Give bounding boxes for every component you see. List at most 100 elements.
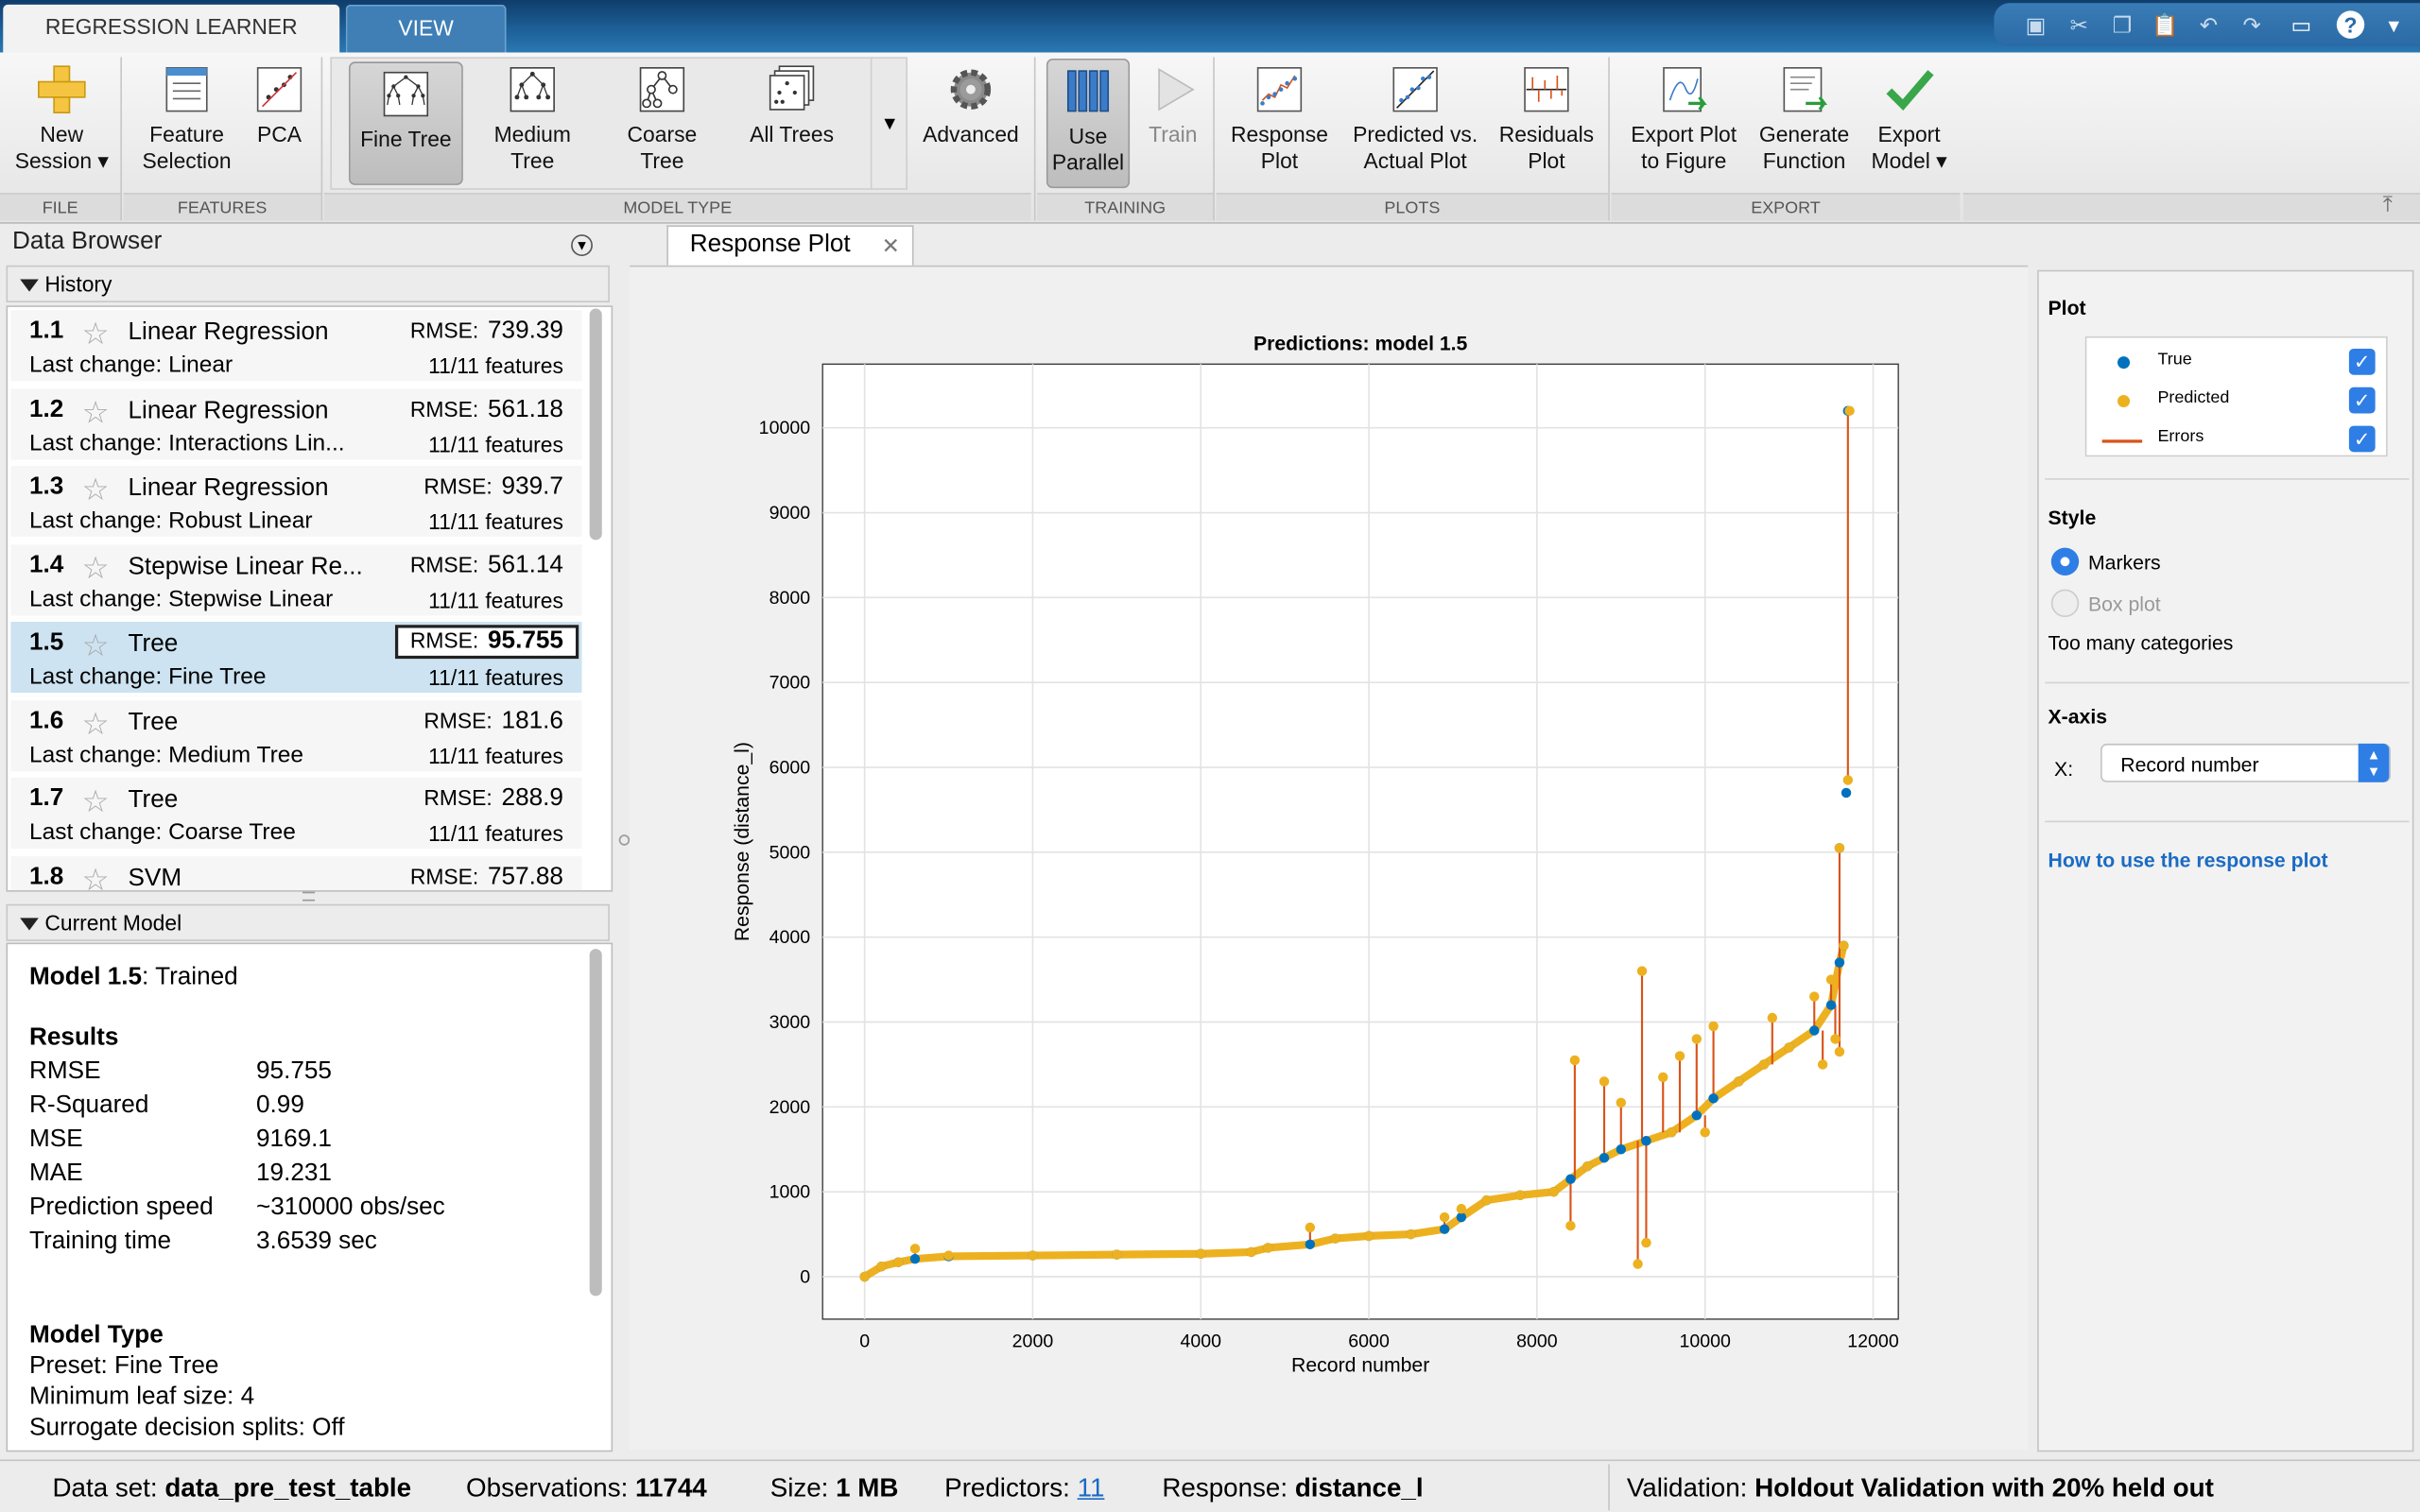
close-icon[interactable]: ✕ [882,227,900,264]
y-tick-label: 6000 [769,758,811,779]
legend-symbol-true [2117,356,2131,369]
status-bar: Data set: data_pre_test_table Observatio… [0,1459,2420,1512]
legend-checkbox-errors[interactable]: ✓ [2348,425,2376,453]
predicted-point [1514,1190,1526,1200]
parallel-icon [1062,65,1115,118]
history-item-1-5[interactable]: 1.5 ☆ Tree RMSE: 95.755 Last change: Fine Tre… [10,621,582,696]
save-icon[interactable]: ▣ [2022,10,2049,38]
export-plot-button[interactable]: Export Plot to Figure [1620,59,1747,188]
export-model-button[interactable]: Export Model ▾ [1861,59,1957,188]
history-item-1-2[interactable]: 1.2 ☆ Linear Regression RMSE: 561.18 Last cha… [10,387,582,462]
pane-splitter-handle[interactable] [618,834,631,846]
fine-tree-icon [380,68,433,121]
predictors-link[interactable]: 11 [1078,1473,1105,1503]
true-point [1599,1153,1610,1163]
history-item-last-change: Last change: Linear [29,352,233,378]
predicted-point [1565,1220,1576,1231]
plot-section-heading: Plot [2048,296,2086,319]
y-tick-label: 0 [800,1267,810,1288]
new-session-button[interactable]: New Session ▾ [7,59,118,188]
panel-menu-icon[interactable]: ▼ [571,234,593,257]
redo-icon[interactable]: ↷ [2238,10,2265,38]
all-trees-button[interactable]: All Trees [735,59,849,188]
generate-function-button[interactable]: Generate Function [1754,59,1856,188]
box-plot-radio[interactable] [2050,589,2080,618]
gallery-expand-icon[interactable]: ▼ [870,57,908,190]
y-tick-label: 8000 [769,588,811,609]
history-item-1-1[interactable]: 1.1 ☆ Linear Regression RMSE: 739.39 Last cha… [10,310,582,385]
legend-label-predicted: Predicted [2157,388,2230,408]
copy-icon[interactable]: ❐ [2108,10,2135,38]
history-item-number: 1.1 [29,318,64,345]
history-item-1-3[interactable]: 1.3 ☆ Linear Regression RMSE: 939.7 Last chan… [10,466,582,541]
cut-icon[interactable]: ✂ [2065,10,2092,38]
star-icon[interactable]: ☆ [82,860,110,890]
document-tab-response-plot[interactable]: Response Plot ✕ [666,225,914,266]
train-button[interactable]: Train [1136,59,1210,188]
predicted-point [1666,1127,1677,1138]
plot-options-panel: Plot True ✓ Predicted ✓ Errors ✓ Style Marker… [2037,269,2414,1452]
history-item-features: 11/11 features [428,587,563,612]
star-icon[interactable]: ☆ [82,393,110,432]
history-item-1-4[interactable]: 1.4 ☆ Stepwise Linear Re... RMSE: 561.14 Last… [10,543,582,618]
tab-regression-learner[interactable]: REGRESSION LEARNER [3,4,340,53]
legend-checkbox-true[interactable]: ✓ [2348,348,2376,375]
predicted-point [1196,1248,1206,1259]
response-plot-chart[interactable]: 0 2000 4000 6000 8000 10000 12000 0 1000 2000 3000… [630,266,2028,1452]
star-icon[interactable]: ☆ [82,471,110,509]
minimize-ribbon-icon[interactable]: ▾ [2380,10,2408,38]
history-item-1-8[interactable]: 1.8 ☆ SVM RMSE: 757.88 [10,855,582,891]
xaxis-select[interactable]: Record number ▲ ▼ [2100,743,2391,782]
medium-tree-button[interactable]: Medium Tree [475,59,590,188]
fine-tree-button[interactable]: Fine Tree [348,61,463,185]
true-point [1691,1110,1703,1121]
collapse-ribbon-icon[interactable]: ⤒ [2383,191,2393,217]
coarse-tree-label: Coarse Tree [627,121,698,173]
predicted-point [1263,1243,1273,1253]
star-icon[interactable]: ☆ [82,704,110,743]
markers-label: Markers [2087,550,2161,575]
window-layout-icon[interactable]: ▭ [2288,10,2315,38]
residuals-plot-button[interactable]: Residuals Plot [1491,59,1602,188]
star-icon[interactable]: ☆ [82,782,110,821]
predicted-point [1700,1127,1710,1138]
predicted-actual-icon [1389,63,1442,116]
predicted-point [1636,966,1648,976]
group-label-plots: PLOTS [1216,193,1609,221]
use-parallel-button[interactable]: Use Parallel [1046,59,1131,189]
y-tick-label: 4000 [769,927,811,948]
advanced-button[interactable]: Advanced [914,59,1028,188]
history-section-header[interactable]: History [6,265,610,302]
star-icon[interactable]: ☆ [82,548,110,587]
undo-icon[interactable]: ↶ [2195,10,2222,38]
history-item-1-7[interactable]: 1.7 ☆ Tree RMSE: 288.9 Last change: Coarse Tr… [10,777,582,852]
feature-selection-button[interactable]: Feature Selection [132,59,240,188]
tab-view[interactable]: VIEW [345,4,507,53]
pca-button[interactable]: PCA [244,59,315,188]
history-item-1-6[interactable]: 1.6 ☆ Tree RMSE: 181.6 Last change: Medium Tr… [10,699,582,774]
legend-checkbox-predicted[interactable]: ✓ [2348,387,2376,414]
coarse-tree-button[interactable]: Coarse Tree [605,59,719,188]
model-scrollbar[interactable] [589,949,602,1297]
predicted-vs-actual-button[interactable]: Predicted vs. Actual Plot [1342,59,1487,188]
splitter-handle[interactable] [302,891,316,902]
current-model-section-header[interactable]: Current Model [6,903,610,941]
use-parallel-label: Use Parallel [1051,123,1125,175]
predicted-point [1834,843,1845,853]
response-plot-button[interactable]: Response Plot [1222,59,1337,188]
feature-list-icon [161,63,214,116]
paste-icon[interactable]: 📋 [2152,10,2179,38]
history-scrollbar[interactable] [589,308,602,541]
predicted-point [1817,1059,1828,1070]
predicted-point [1691,1034,1703,1044]
star-icon[interactable]: ☆ [82,315,110,353]
predicted-point [1028,1250,1038,1261]
predicted-point [876,1261,887,1272]
help-link[interactable]: How to use the response plot [2048,849,2328,871]
predicted-point [1734,1076,1744,1087]
star-icon[interactable]: ☆ [82,627,110,665]
history-item-last-change: Last change: Medium Tree [29,741,303,768]
help-icon[interactable]: ? [2336,10,2365,39]
markers-radio[interactable] [2050,547,2080,576]
xaxis-select-value: Record number [2120,752,2259,777]
